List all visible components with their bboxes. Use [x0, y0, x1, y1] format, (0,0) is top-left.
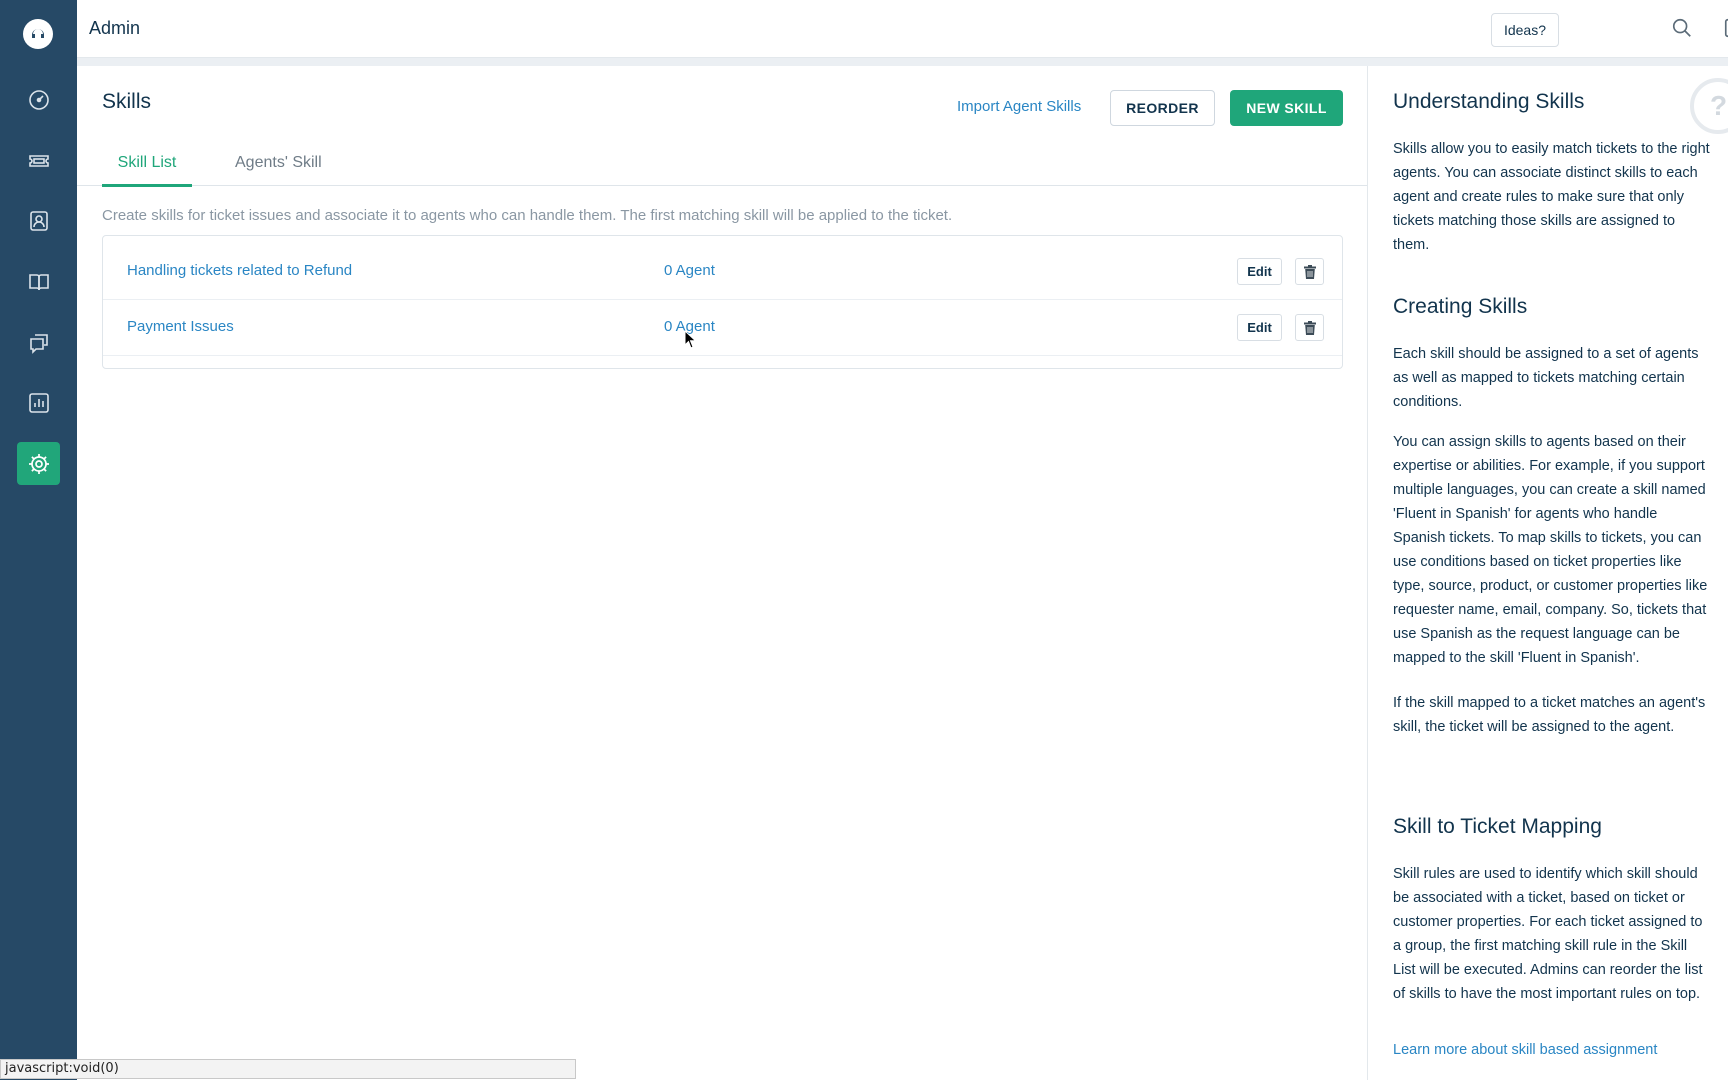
- ticket-icon[interactable]: [17, 139, 60, 182]
- help-paragraph: Each skill should be assigned to a set o…: [1393, 346, 1699, 410]
- page-title: Skills: [102, 90, 152, 113]
- book-icon[interactable]: [17, 260, 60, 303]
- reorder-button[interactable]: REORDER: [1110, 90, 1215, 126]
- skills-description: Create skills for ticket issues and asso…: [102, 207, 953, 224]
- help-paragraph: If the skill mapped to a ticket matches …: [1393, 695, 1706, 735]
- edit-button[interactable]: Edit: [1237, 314, 1282, 341]
- trash-icon[interactable]: [1295, 258, 1324, 285]
- help-heading-understanding: Understanding Skills: [1393, 90, 1585, 113]
- sidebar: [0, 0, 77, 1080]
- mouse-cursor-icon: [684, 329, 698, 355]
- learn-more-link[interactable]: Learn more about skill based assignment: [1393, 1042, 1657, 1058]
- main-panel: Skills Import Agent Skills REORDER NEW S…: [77, 66, 1367, 1080]
- skill-name-link[interactable]: Payment Issues: [127, 318, 234, 335]
- skill-table: Handling tickets related to Refund 0 Age…: [102, 235, 1343, 369]
- speedometer-icon[interactable]: [17, 78, 60, 121]
- skill-name-link[interactable]: Handling tickets related to Refund: [127, 262, 352, 279]
- top-header: Admin Ideas? S: [77, 0, 1728, 58]
- help-paragraph: Skills allow you to easily match tickets…: [1393, 141, 1710, 253]
- tab-skill-list[interactable]: Skill List: [102, 154, 192, 187]
- skill-agent-count-link[interactable]: 0 Agent: [664, 262, 715, 279]
- trash-icon[interactable]: [1295, 314, 1324, 341]
- tab-agents-skill[interactable]: Agents' Skill: [235, 154, 322, 172]
- chat-icon[interactable]: [17, 321, 60, 364]
- help-paragraph: Skill rules are used to identify which s…: [1393, 866, 1703, 1002]
- help-panel: ? Understanding Skills Skills allow you …: [1367, 66, 1728, 1080]
- tabs: Skill List Agents' Skill: [77, 142, 1367, 187]
- import-agent-skills-link[interactable]: Import Agent Skills: [957, 98, 1081, 115]
- edit-button[interactable]: Edit: [1237, 258, 1282, 285]
- table-row: Payment Issues 0 Agent Edit: [103, 300, 1342, 356]
- contact-icon[interactable]: [17, 199, 60, 242]
- table-row: Handling tickets related to Refund 0 Age…: [103, 244, 1342, 300]
- header-title: Admin: [89, 18, 141, 38]
- ideas-button[interactable]: Ideas?: [1491, 13, 1559, 47]
- help-heading-mapping: Skill to Ticket Mapping: [1393, 815, 1602, 838]
- helpdesk-logo-icon[interactable]: [23, 19, 53, 49]
- browser-status-bar: javascript:void(0): [0, 1059, 576, 1079]
- bar-chart-icon[interactable]: [17, 381, 60, 424]
- help-question-icon[interactable]: ?: [1690, 78, 1728, 134]
- search-icon[interactable]: [1669, 15, 1695, 41]
- gear-icon[interactable]: [17, 442, 60, 485]
- new-skill-button[interactable]: NEW SKILL: [1230, 90, 1343, 126]
- help-paragraph: You can assign skills to agents based on…: [1393, 434, 1708, 666]
- help-heading-creating: Creating Skills: [1393, 295, 1528, 318]
- add-new-icon[interactable]: [1721, 15, 1728, 41]
